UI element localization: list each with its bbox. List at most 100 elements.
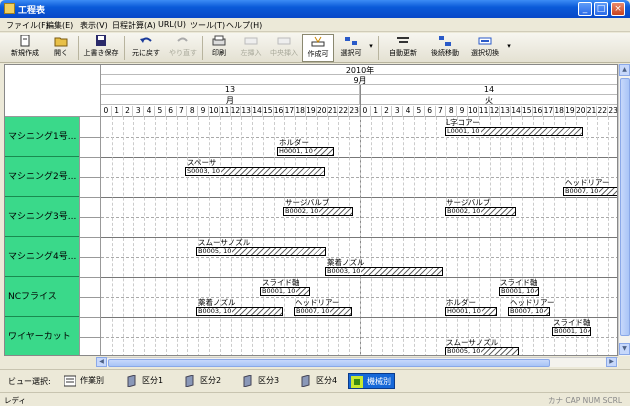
view-category-1[interactable]: 区分1 bbox=[124, 373, 163, 389]
row-label-wire-cut[interactable]: ワイヤーカット bbox=[5, 317, 79, 355]
task-bar[interactable]: B0001, 10 bbox=[552, 327, 591, 336]
window-title: 工程表 bbox=[18, 6, 46, 16]
scroll-right-arrow-icon[interactable]: ▶ bbox=[606, 357, 617, 367]
hour-cell: 0 bbox=[360, 106, 371, 117]
hour-gridline bbox=[467, 117, 469, 355]
category-icon bbox=[243, 375, 252, 387]
task-bar[interactable]: B0003, 10 bbox=[325, 267, 443, 276]
menu-view[interactable]: 表示(V) bbox=[80, 20, 108, 31]
hour-gridline bbox=[521, 117, 523, 355]
view-category-3[interactable]: 区分3 bbox=[240, 373, 279, 389]
horizontal-scrollbar[interactable]: ◀ ▶ bbox=[96, 357, 618, 367]
vertical-scroll-thumb[interactable] bbox=[620, 78, 630, 336]
hour-cell: 15 bbox=[522, 106, 533, 117]
insert-left-button[interactable]: 左挿入 bbox=[236, 34, 266, 62]
save-button[interactable]: 上書き保存 bbox=[82, 34, 120, 62]
view-by-machine[interactable]: 機械別 bbox=[348, 373, 395, 389]
hour-cell: 18 bbox=[554, 106, 566, 117]
view-by-task[interactable]: 作業別 bbox=[62, 373, 104, 389]
hour-gridline bbox=[144, 117, 146, 355]
print-button[interactable]: 印刷 bbox=[206, 34, 232, 62]
task-code: B0007, 10 bbox=[295, 307, 331, 315]
hour-cell: 2 bbox=[382, 106, 393, 117]
row-label-machining3[interactable]: マシニング3号... bbox=[5, 197, 79, 237]
gantt-chart[interactable]: 2010年 9月 13 14 月 火 0 1 2 3 4 5 6 7 8 9 10 11 12 13 14 1… bbox=[4, 64, 618, 356]
scroll-left-arrow-icon[interactable]: ◀ bbox=[96, 357, 107, 367]
toolbar-more-dropdown[interactable]: ▾ bbox=[505, 34, 513, 62]
task-bar[interactable]: H0001, 10 bbox=[445, 307, 497, 316]
create-mode-icon bbox=[311, 36, 325, 47]
menu-tools[interactable]: ツール(T) bbox=[190, 20, 225, 31]
undo-button[interactable]: 元に戻す bbox=[128, 34, 164, 62]
hour-cell: 23 bbox=[349, 106, 360, 117]
open-label: 開く bbox=[54, 49, 68, 57]
vertical-scrollbar[interactable]: ▲ ▼ bbox=[618, 64, 630, 356]
toolbar-separator bbox=[78, 36, 79, 60]
task-bar[interactable]: B0001, 10 bbox=[499, 287, 539, 296]
hour-cell: 1 bbox=[112, 106, 123, 117]
task-code: B0007, 10 bbox=[564, 187, 600, 195]
hour-gridline bbox=[338, 117, 340, 355]
view-category-2[interactable]: 区分2 bbox=[182, 373, 221, 389]
task-bar[interactable]: B0005, 10 bbox=[445, 347, 519, 355]
create-mode-button[interactable]: 作成可 bbox=[302, 34, 334, 62]
menu-schedule[interactable]: 日程計算(A) bbox=[112, 20, 156, 31]
redo-label: やり直す bbox=[169, 49, 197, 57]
hour-cell: 14 bbox=[252, 106, 263, 117]
task-bar[interactable]: B0007, 10 bbox=[508, 307, 550, 316]
horizontal-scroll-thumb[interactable] bbox=[108, 359, 550, 367]
hour-cell: 17 bbox=[543, 106, 555, 117]
task-bar[interactable]: H0001, 10 bbox=[277, 147, 334, 156]
task-bar[interactable]: B0005, 10 bbox=[196, 247, 326, 256]
redo-button[interactable]: やり直す bbox=[166, 34, 200, 62]
menu-edit[interactable]: 編集(E) bbox=[46, 20, 73, 31]
task-bar[interactable]: B0001, 10 bbox=[260, 287, 310, 296]
view-label: 作業別 bbox=[80, 376, 104, 385]
task-code: B0005, 10 bbox=[446, 347, 482, 355]
hour-gridline bbox=[370, 117, 372, 355]
select-mode-button[interactable]: 選択可 bbox=[336, 34, 366, 62]
scroll-down-arrow-icon[interactable]: ▼ bbox=[619, 343, 630, 355]
task-bar[interactable]: B0003, 10 bbox=[196, 307, 283, 316]
open-button[interactable]: 開く bbox=[48, 34, 74, 62]
app-icon bbox=[4, 3, 15, 14]
hour-cell: 18 bbox=[295, 106, 307, 117]
menu-file[interactable]: ファイル(F) bbox=[6, 20, 49, 31]
hour-cell: 22 bbox=[597, 106, 609, 117]
toggle-selection-button[interactable]: 選択切換 bbox=[466, 34, 504, 62]
minimize-button[interactable]: _ bbox=[578, 2, 592, 16]
auto-update-button[interactable]: 自動更新 bbox=[384, 34, 422, 62]
insert-middle-button[interactable]: 中央挿入 bbox=[268, 34, 300, 62]
menu-url[interactable]: URL(U) bbox=[158, 20, 186, 29]
row-label-machining4[interactable]: マシニング4号... bbox=[5, 237, 79, 277]
move-successor-button[interactable]: 後続移動 bbox=[426, 34, 464, 62]
select-mode-dropdown[interactable]: ▾ bbox=[367, 34, 375, 62]
row-label-machining1[interactable]: マシニング1号... bbox=[5, 117, 79, 157]
row-label-machining2[interactable]: マシニング2号... bbox=[5, 157, 79, 197]
hour-gridline bbox=[489, 117, 491, 355]
task-bar[interactable]: B0007, 10 bbox=[563, 187, 617, 196]
insert-left-label: 左挿入 bbox=[240, 49, 262, 57]
weekday-header-mon: 月 bbox=[101, 95, 360, 105]
row-label-nc-milling[interactable]: NCフライス bbox=[5, 277, 79, 317]
maximize-button[interactable]: □ bbox=[594, 2, 608, 16]
scroll-up-arrow-icon[interactable]: ▲ bbox=[619, 64, 630, 76]
task-code: B0001, 10 bbox=[261, 287, 297, 295]
hour-gridline bbox=[543, 117, 545, 355]
close-button[interactable]: × bbox=[611, 2, 625, 16]
hour-cell: 4 bbox=[144, 106, 155, 117]
hour-cell: 16 bbox=[532, 106, 544, 117]
menu-help[interactable]: ヘルプ(H) bbox=[226, 20, 262, 31]
task-bar[interactable]: B0002, 10 bbox=[283, 207, 353, 216]
auto-update-label: 自動更新 bbox=[389, 49, 417, 57]
task-bar[interactable]: B0002, 10 bbox=[445, 207, 516, 216]
view-category-4[interactable]: 区分4 bbox=[298, 373, 337, 389]
new-button[interactable]: 新規作成 bbox=[8, 34, 42, 62]
toolbar-separator bbox=[202, 36, 203, 60]
hour-cell: 15 bbox=[263, 106, 274, 117]
task-bar[interactable]: B0007, 10 bbox=[294, 307, 352, 316]
hour-cell: 20 bbox=[575, 106, 587, 117]
task-bar[interactable]: S0003, 10 bbox=[185, 167, 325, 176]
hour-gridline bbox=[446, 117, 448, 355]
task-bar[interactable]: L0001, 10 bbox=[445, 127, 583, 136]
